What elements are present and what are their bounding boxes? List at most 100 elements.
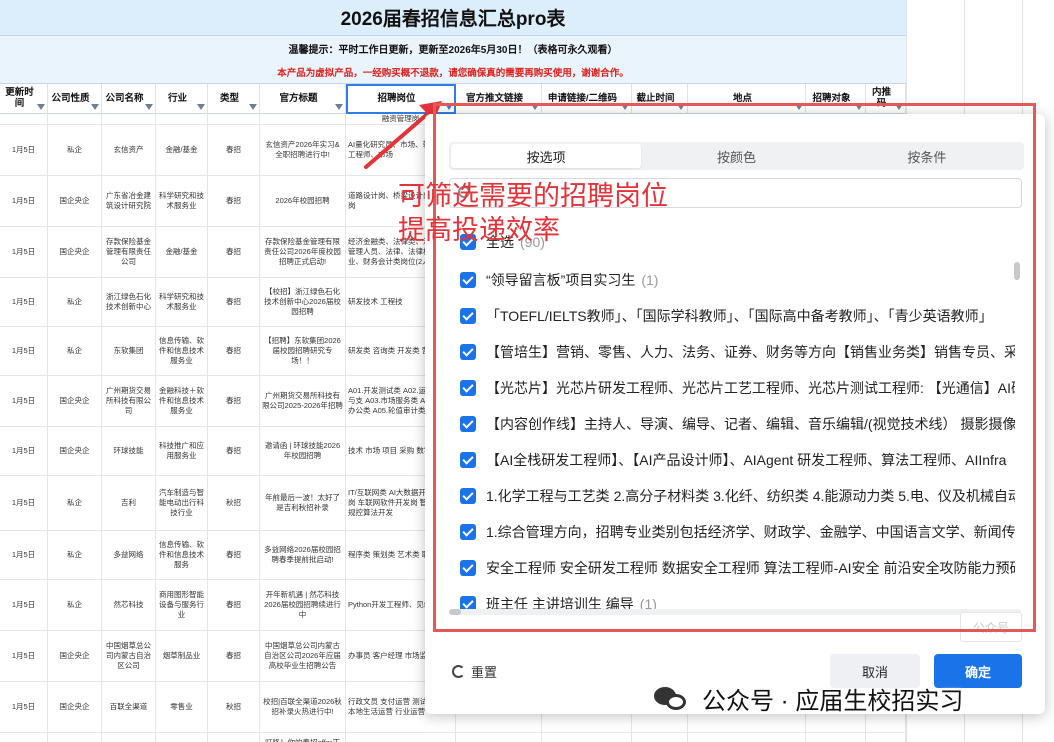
table-cell[interactable]: 私企: [48, 531, 102, 579]
checkbox-icon[interactable]: [460, 380, 476, 396]
list-scrollbar[interactable]: [1014, 262, 1020, 280]
column-header[interactable]: 截止时间: [632, 84, 688, 114]
table-cell[interactable]: 【招聘】东软集团2026届校园招聘研究专场！！: [260, 327, 346, 375]
column-header[interactable]: 更新时间: [0, 84, 48, 114]
column-header[interactable]: 招聘岗位: [346, 84, 456, 114]
filter-option-item[interactable]: “领导留言板”项目实习生 (1): [449, 262, 1015, 298]
filter-dropdown-icon[interactable]: [677, 104, 685, 110]
column-header[interactable]: 公司名称: [102, 84, 156, 114]
table-cell[interactable]: 国企央企: [48, 376, 102, 426]
filter-option-item[interactable]: 【AI全栈研发工程师】、【AI产品设计师】、AIAgent 研发工程师、算法工程…: [449, 442, 1015, 478]
column-header[interactable]: 地点: [688, 84, 806, 114]
table-cell[interactable]: 百联全渠道: [102, 682, 156, 732]
filter-dropdown-icon[interactable]: [531, 104, 539, 110]
filter-option-item[interactable]: 「TOEFL/IELTS教师」、「国际学科教师」、「国际高中备考教师」、「青少英…: [449, 298, 1015, 334]
filter-option-item[interactable]: 【内容创作线】主持人、导演、编导、记者、编辑、音乐编辑/(视觉技术线） 摄影摄像: [449, 406, 1015, 442]
table-cell[interactable]: 1月5日: [0, 531, 48, 579]
table-cell[interactable]: 叮咚！你的春招offer正在派送中！立信事务所2026年春招: [260, 733, 346, 742]
column-header[interactable]: 类型: [208, 84, 260, 114]
tab-by-option[interactable]: 按选项: [451, 144, 642, 168]
filter-option-item[interactable]: 【管培生】营销、零售、人力、法务、证券、财务等方向【销售业务类】销售专员、采购: [449, 334, 1015, 370]
column-header[interactable]: 官方推文链接: [456, 84, 542, 114]
table-cell[interactable]: 烟草制品业: [156, 631, 208, 681]
table-cell[interactable]: 国企央企: [48, 176, 102, 226]
table-cell[interactable]: 秋招: [208, 682, 260, 732]
checkbox-icon[interactable]: [460, 560, 476, 576]
table-cell[interactable]: 吉利: [102, 476, 156, 530]
table-cell[interactable]: 春招: [208, 531, 260, 579]
filter-dropdown-icon[interactable]: [855, 104, 863, 110]
filter-dropdown-icon[interactable]: [795, 104, 803, 110]
tab-by-color[interactable]: 按颜色: [641, 144, 831, 168]
table-cell[interactable]: 邀请函 | 环球技能2026年校园招聘: [260, 427, 346, 475]
table-cell[interactable]: 存款保险基金管理有限责任公司: [102, 227, 156, 277]
table-cell[interactable]: 春招: [208, 733, 260, 742]
filter-dropdown-icon[interactable]: [445, 104, 453, 110]
table-cell[interactable]: 零售业: [156, 682, 208, 732]
table-cell[interactable]: 商用图形智能设备与服务行业: [156, 580, 208, 630]
tab-by-condition[interactable]: 按条件: [832, 144, 1022, 168]
table-cell[interactable]: 私企: [48, 476, 102, 530]
table-cell[interactable]: 存款保险基金管理有限责任公司2026年度校园招聘正式启动!: [260, 227, 346, 277]
table-cell[interactable]: 1月5日: [0, 682, 48, 732]
list-horizontal-scrollbar[interactable]: [449, 609, 1021, 615]
table-cell[interactable]: 春招: [208, 427, 260, 475]
table-cell[interactable]: 1月5日: [0, 580, 48, 630]
table-cell[interactable]: 中国烟草总公司内蒙古自治区公司: [102, 631, 156, 681]
table-cell[interactable]: 春招: [208, 278, 260, 326]
table-cell[interactable]: 秋招: [208, 476, 260, 530]
table-cell[interactable]: 2026年校园招聘: [260, 176, 346, 226]
table-cell[interactable]: 东软集团: [102, 327, 156, 375]
table-cell[interactable]: 1月5日: [0, 476, 48, 530]
table-cell[interactable]: 广州期货交易所科技有限公司2025-2026年招聘: [260, 376, 346, 426]
table-cell[interactable]: 玄信资产: [102, 125, 156, 175]
table-cell[interactable]: 春招: [208, 327, 260, 375]
column-header[interactable]: 官方标题: [260, 84, 346, 114]
table-cell[interactable]: 春招: [208, 227, 260, 277]
filter-option-item[interactable]: 1.化学工程与工艺类 2.高分子材料类 3.化纤、纺织类 4.能源动力类 5.电…: [449, 478, 1015, 514]
filter-option-item[interactable]: 安全工程师 安全研发工程师 数据安全工程师 算法工程师-AI安全 前沿安全攻防能…: [449, 550, 1015, 586]
checkbox-icon[interactable]: [460, 344, 476, 360]
table-cell[interactable]: 浙江绿色石化技术创新中心: [102, 278, 156, 326]
table-cell[interactable]: 国企央企: [48, 227, 102, 277]
column-header[interactable]: 行业: [156, 84, 208, 114]
checkbox-icon[interactable]: [460, 308, 476, 324]
column-header[interactable]: 内推码: [866, 84, 906, 114]
column-header[interactable]: 招聘对象: [806, 84, 866, 114]
table-cell[interactable]: 国企央企: [48, 631, 102, 681]
table-cell[interactable]: 然芯科技: [102, 580, 156, 630]
table-cell[interactable]: https://mp.weixin.qq.com/s/0Blq1NAv1TKZQ…: [456, 733, 542, 742]
table-cell[interactable]: 私企: [48, 125, 102, 175]
table-cell[interactable]: 1月5日: [0, 278, 48, 326]
filter-option-item[interactable]: 【光芯片】光芯片研发工程师、光芯片工艺工程师、光芯片测试工程师: 【光通信】AI…: [449, 370, 1015, 406]
table-cell[interactable]: 1月5日: [0, 631, 48, 681]
reset-button[interactable]: 重置: [452, 660, 497, 682]
filter-dropdown-icon[interactable]: [197, 104, 205, 110]
table-cell[interactable]: 【校招】浙江绿色石化技术创新中心2026届校园招聘: [260, 278, 346, 326]
table-cell[interactable]: 信息传输、软件和信息技术服务业: [156, 327, 208, 375]
table-cell[interactable]: 立信: [102, 733, 156, 742]
table-cell[interactable]: 校招|百联全渠道2026秋招补录火热进行中!: [260, 682, 346, 732]
table-cell[interactable]: 国企央企: [48, 427, 102, 475]
table-cell[interactable]: 1月5日: [0, 733, 48, 742]
table-cell[interactable]: 科技推广和应用服务业: [156, 427, 208, 475]
table-cell[interactable]: 审计、税务、咨询: [346, 733, 456, 742]
table-cell[interactable]: 多益网络2026届校园招聘春季提前批启动!: [260, 531, 346, 579]
table-cell[interactable]: 多益网络: [102, 531, 156, 579]
table-cell[interactable]: 环球技能: [102, 427, 156, 475]
table-cell[interactable]: 年前最后一波！太好了是吉利秋招补录: [260, 476, 346, 530]
table-cell[interactable]: 私企: [48, 327, 102, 375]
table-cell[interactable]: 1月5日: [0, 227, 48, 277]
table-cell[interactable]: 春招: [208, 176, 260, 226]
table-cell[interactable]: 春招: [208, 631, 260, 681]
table-cell[interactable]: 上海总所、北京分所、深圳分所 浙江分所、湖北分所、山: [688, 733, 806, 742]
table-cell[interactable]: 1月5日: [0, 427, 48, 475]
table-cell[interactable]: 以链接为准: [632, 733, 688, 742]
table-cell[interactable]: 广东省冶金建筑设计研究院: [102, 176, 156, 226]
filter-dropdown-icon[interactable]: [91, 104, 99, 110]
table-cell[interactable]: 春招: [208, 376, 260, 426]
table-cell[interactable]: 科学研究和技术服务业: [156, 278, 208, 326]
table-cell[interactable]: 2026届毕业生: [806, 733, 866, 742]
table-cell[interactable]: [866, 733, 906, 742]
filter-dropdown-icon[interactable]: [621, 104, 629, 110]
